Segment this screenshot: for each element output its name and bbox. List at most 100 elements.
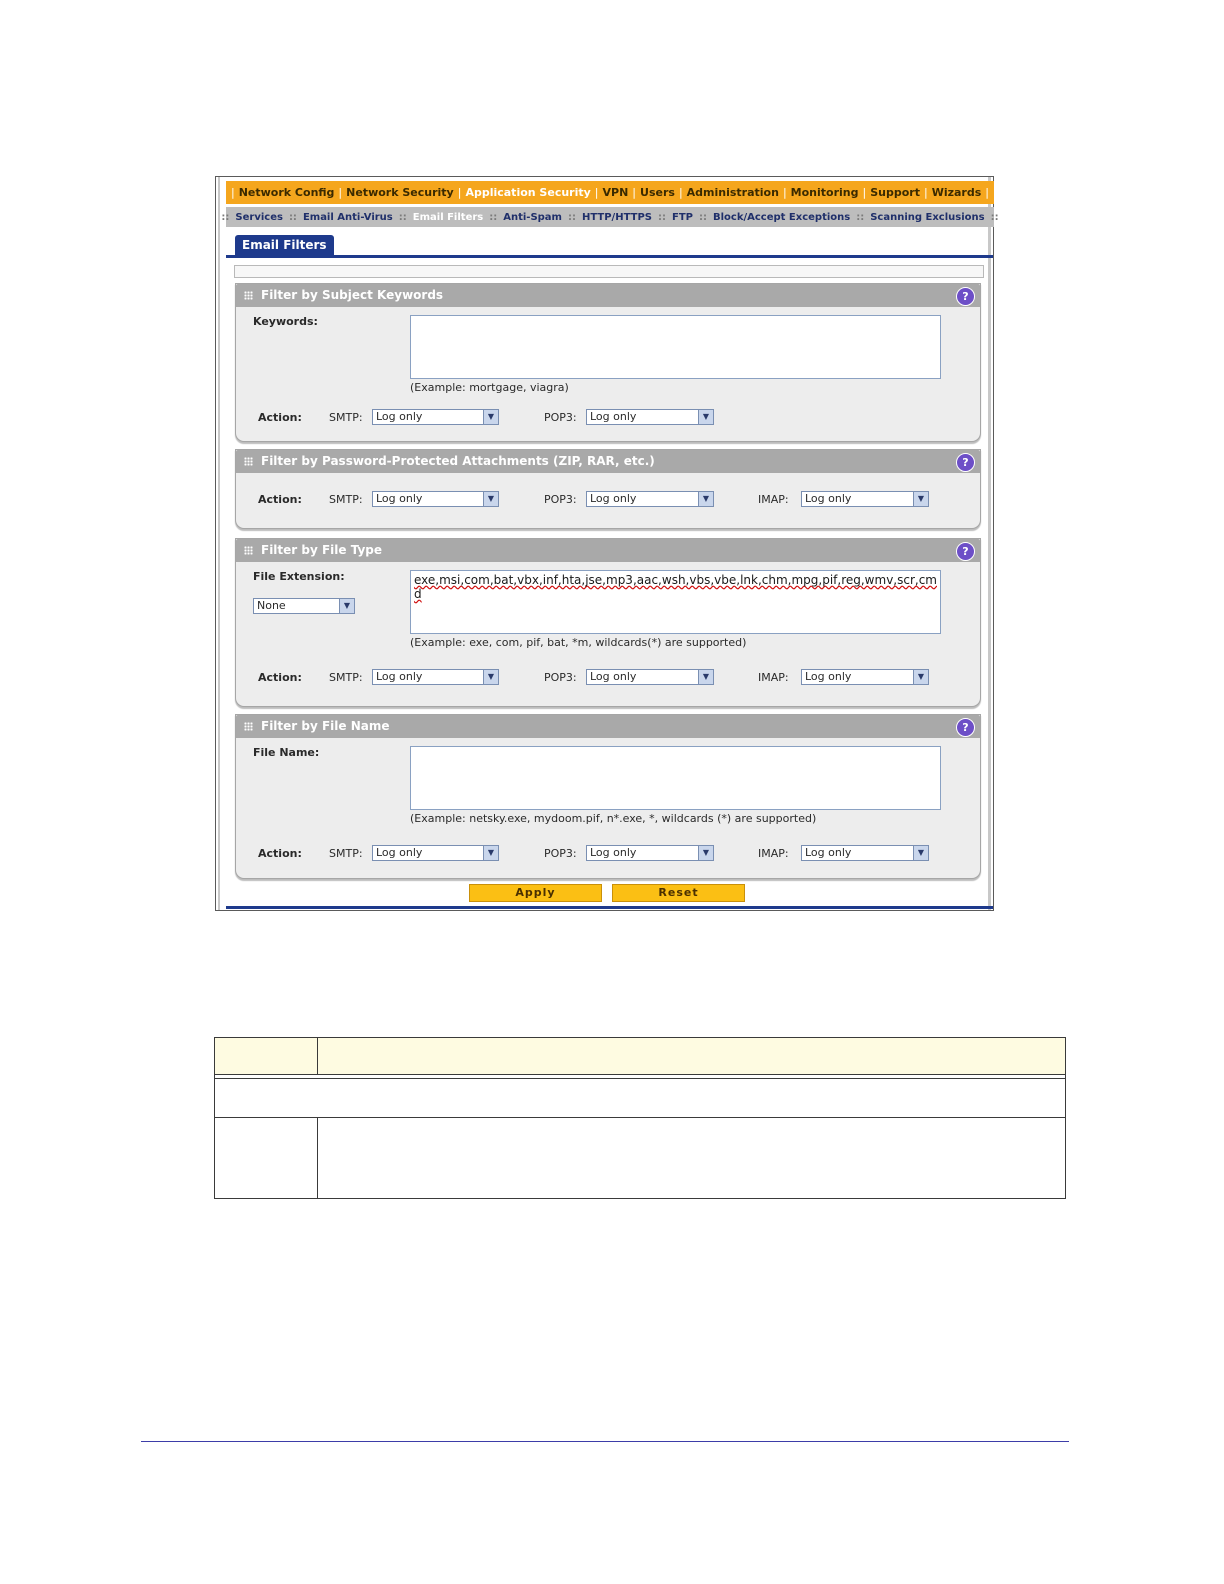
description-table: [214, 1037, 1066, 1199]
nav-separator: |: [338, 186, 343, 199]
pop3-label: POP3:: [544, 493, 577, 506]
chevron-down-icon: ▼: [698, 670, 713, 684]
pop3-action-select[interactable]: Log only ▼: [586, 669, 714, 685]
smtp-label: SMTP:: [329, 847, 363, 860]
action-label: Action:: [258, 411, 302, 424]
table-column-divider: [317, 1038, 318, 1074]
panel-header: Filter by Subject Keywords ?: [236, 284, 980, 307]
smtp-action-select[interactable]: Log only ▼: [372, 409, 499, 425]
table-header-row: [215, 1038, 1065, 1075]
chevron-down-icon: ▼: [339, 599, 354, 613]
subject-keywords-panel: Filter by Subject Keywords ? Keywords: (…: [235, 283, 981, 442]
panel-title: Filter by Password-Protected Attachments…: [261, 454, 655, 468]
tab-underline: [226, 255, 993, 258]
nav-vpn[interactable]: VPN: [603, 186, 629, 199]
smtp-action-select[interactable]: Log only ▼: [372, 491, 499, 507]
keywords-example: (Example: mortgage, viagra): [410, 381, 569, 394]
imap-action-select[interactable]: Log only ▼: [801, 669, 929, 685]
nav-wizards[interactable]: Wizards: [932, 186, 982, 199]
nav-separator: |: [923, 186, 928, 199]
imap-action-select[interactable]: Log only ▼: [801, 491, 929, 507]
keywords-label: Keywords:: [253, 315, 318, 328]
chevron-down-icon: ▼: [483, 492, 498, 506]
file-name-label: File Name:: [253, 746, 320, 759]
subnav-block-accept-exceptions[interactable]: Block/Accept Exceptions: [713, 212, 850, 223]
imap-action-select[interactable]: Log only ▼: [801, 845, 929, 861]
nav-administration[interactable]: Administration: [687, 186, 779, 199]
pop3-label: POP3:: [544, 847, 577, 860]
reset-button[interactable]: Reset: [612, 884, 745, 902]
nav-separator: ::: [288, 211, 297, 223]
help-icon[interactable]: ?: [956, 453, 975, 472]
footer-rule: [141, 1441, 1069, 1442]
nav-separator: ::: [990, 211, 999, 223]
file-name-panel: Filter by File Name ? File Name: (Exampl…: [235, 714, 981, 879]
imap-label: IMAP:: [758, 671, 789, 684]
pop3-action-select[interactable]: Log only ▼: [586, 409, 714, 425]
imap-label: IMAP:: [758, 493, 789, 506]
pop3-action-select[interactable]: Log only ▼: [586, 845, 714, 861]
table-column-divider: [317, 1117, 318, 1199]
nav-support[interactable]: Support: [870, 186, 920, 199]
extension-preset-select[interactable]: None ▼: [253, 598, 355, 614]
chevron-down-icon: ▼: [698, 410, 713, 424]
nav-separator: |: [594, 186, 599, 199]
tab-email-filters[interactable]: Email Filters: [235, 235, 334, 256]
smtp-label: SMTP:: [329, 493, 363, 506]
nav-separator: ::: [657, 211, 666, 223]
nav-separator: |: [457, 186, 462, 199]
grip-icon: [244, 457, 253, 466]
smtp-label: SMTP:: [329, 671, 363, 684]
help-icon[interactable]: ?: [956, 287, 975, 306]
selected-value: Log only: [376, 492, 423, 505]
nav-application-security[interactable]: Application Security: [465, 186, 590, 199]
email-filters-screenshot: | Network Config | Network Security | Applica…: [215, 176, 999, 911]
nav-separator: |: [678, 186, 683, 199]
action-label: Action:: [258, 847, 302, 860]
smtp-action-select[interactable]: Log only ▼: [372, 669, 499, 685]
subnav-email-anti-virus[interactable]: Email Anti-Virus: [303, 212, 393, 223]
subnav-email-filters[interactable]: Email Filters: [413, 212, 483, 223]
imap-label: IMAP:: [758, 847, 789, 860]
nav-separator: ::: [398, 211, 407, 223]
action-label: Action:: [258, 671, 302, 684]
subnav-anti-spam[interactable]: Anti-Spam: [503, 212, 562, 223]
nav-users[interactable]: Users: [640, 186, 675, 199]
selected-value: Log only: [590, 492, 637, 505]
keywords-textarea[interactable]: [410, 315, 941, 379]
chevron-down-icon: ▼: [483, 670, 498, 684]
nav-monitoring[interactable]: Monitoring: [791, 186, 859, 199]
smtp-action-select[interactable]: Log only ▼: [372, 845, 499, 861]
file-type-panel: Filter by File Type ? File Extension: No…: [235, 538, 981, 707]
panel-header: Filter by Password-Protected Attachments…: [236, 450, 980, 473]
grip-icon: [244, 291, 253, 300]
help-icon[interactable]: ?: [956, 542, 975, 561]
nav-network-security[interactable]: Network Security: [346, 186, 454, 199]
panel-header: Filter by File Type ?: [236, 539, 980, 562]
panel-title: Filter by File Type: [261, 543, 383, 557]
subnav-services[interactable]: Services: [235, 212, 283, 223]
bottom-border: [226, 906, 993, 909]
help-icon[interactable]: ?: [956, 718, 975, 737]
grip-icon: [244, 546, 253, 555]
nav-separator: ::: [856, 211, 865, 223]
subnav-scanning-exclusions[interactable]: Scanning Exclusions: [870, 212, 984, 223]
nav-separator: ::: [489, 211, 498, 223]
subnav-ftp[interactable]: FTP: [672, 212, 693, 223]
nav-separator: |: [231, 186, 235, 199]
nav-separator: |: [782, 186, 787, 199]
selected-value: Log only: [590, 410, 637, 423]
nav-network-config[interactable]: Network Config: [239, 186, 335, 199]
file-extensions-textarea[interactable]: exe,msi,com,bat,vbx,inf,hta,jse,mp3,aac,…: [410, 570, 941, 634]
selected-value: Log only: [590, 670, 637, 683]
selected-value: Log only: [376, 410, 423, 423]
chevron-down-icon: ▼: [913, 846, 928, 860]
pop3-label: POP3:: [544, 411, 577, 424]
subnav-http-https[interactable]: HTTP/HTTPS: [582, 212, 652, 223]
file-name-textarea[interactable]: [410, 746, 941, 810]
pop3-action-select[interactable]: Log only ▼: [586, 491, 714, 507]
nav-separator: ::: [221, 211, 230, 223]
apply-button[interactable]: Apply: [469, 884, 602, 902]
panel-header: Filter by File Name ?: [236, 715, 980, 738]
file-name-example: (Example: netsky.exe, mydoom.pif, n*.exe…: [410, 812, 817, 825]
